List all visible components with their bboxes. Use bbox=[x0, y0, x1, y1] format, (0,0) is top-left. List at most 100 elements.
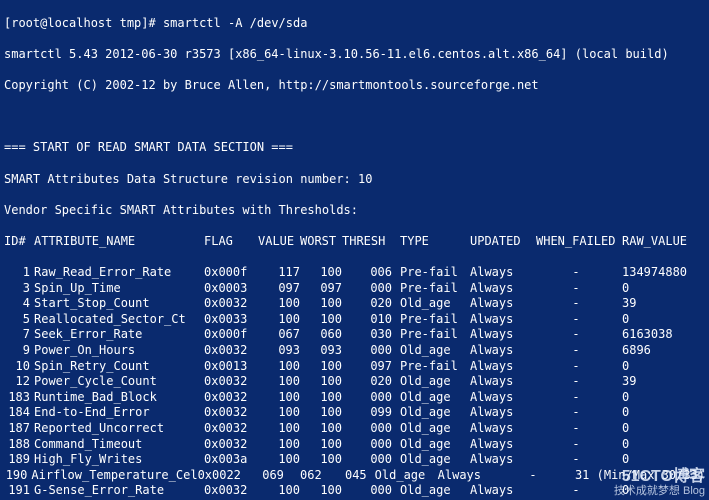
cell-value: 069 bbox=[246, 468, 284, 484]
cell-worst: 100 bbox=[300, 374, 342, 390]
cell-rv: 6896 bbox=[616, 343, 651, 359]
cell-flag: 0x0032 bbox=[204, 421, 258, 437]
cell-worst: 100 bbox=[300, 359, 342, 375]
cell-flag: 0x003a bbox=[204, 452, 258, 468]
cell-rv: 0 bbox=[616, 312, 629, 328]
cell-name: Spin_Retry_Count bbox=[30, 359, 204, 375]
table-row: 187Reported_Uncorrect0x0032100100000Old_… bbox=[4, 421, 705, 437]
col-worst: WORST bbox=[300, 234, 342, 250]
cell-flag: 0x0032 bbox=[204, 437, 258, 453]
cell-id: 9 bbox=[4, 343, 30, 359]
cell-value: 100 bbox=[258, 312, 300, 328]
cell-value: 100 bbox=[258, 421, 300, 437]
cell-value: 100 bbox=[258, 296, 300, 312]
cell-name: Command_Timeout bbox=[30, 437, 204, 453]
cell-wf: - bbox=[536, 281, 616, 297]
cell-thresh: 000 bbox=[342, 390, 392, 406]
cell-wf: - bbox=[536, 265, 616, 281]
cell-rv: 134974880 bbox=[616, 265, 687, 281]
cell-upd: Always bbox=[470, 405, 536, 421]
cell-flag: 0x0032 bbox=[204, 405, 258, 421]
col-flag: FLAG bbox=[204, 234, 258, 250]
col-name: ATTRIBUTE_NAME bbox=[30, 234, 204, 250]
cell-type: Old_age bbox=[392, 390, 470, 406]
cell-flag: 0x0032 bbox=[204, 390, 258, 406]
cell-upd: Always bbox=[438, 468, 497, 484]
cell-rv: 6163038 bbox=[616, 327, 673, 343]
cell-rv: 0 bbox=[616, 437, 629, 453]
cell-type: Old_age bbox=[392, 483, 470, 499]
col-type: TYPE bbox=[392, 234, 470, 250]
revision-line: SMART Attributes Data Structure revision… bbox=[4, 172, 705, 188]
cell-flag: 0x000f bbox=[204, 265, 258, 281]
cell-value: 100 bbox=[258, 437, 300, 453]
table-row: 12Power_Cycle_Count0x0032100100020Old_ag… bbox=[4, 374, 705, 390]
cell-thresh: 020 bbox=[342, 374, 392, 390]
cell-worst: 100 bbox=[300, 265, 342, 281]
cell-flag: 0x0032 bbox=[204, 374, 258, 390]
cell-thresh: 020 bbox=[342, 296, 392, 312]
cell-id: 184 bbox=[4, 405, 30, 421]
cell-id: 3 bbox=[4, 281, 30, 297]
table-row: 191G-Sense_Error_Rate0x0032100100000Old_… bbox=[4, 483, 705, 499]
cell-worst: 093 bbox=[300, 343, 342, 359]
cell-type: Old_age bbox=[392, 421, 470, 437]
cell-wf: - bbox=[536, 296, 616, 312]
cell-flag: 0x0032 bbox=[204, 483, 258, 499]
cell-upd: Always bbox=[470, 437, 536, 453]
cell-type: Old_age bbox=[392, 405, 470, 421]
table-header: ID# ATTRIBUTE_NAME FLAG VALUE WORST THRE… bbox=[4, 234, 705, 250]
cell-rv: 0 bbox=[616, 421, 629, 437]
cell-type: Old_age bbox=[392, 343, 470, 359]
cell-id: 10 bbox=[4, 359, 30, 375]
cell-thresh: 010 bbox=[342, 312, 392, 328]
cell-wf: - bbox=[536, 327, 616, 343]
cell-wf: - bbox=[536, 483, 616, 499]
table-row: 1Raw_Read_Error_Rate0x000f117100006Pre-f… bbox=[4, 265, 705, 281]
cell-thresh: 030 bbox=[342, 327, 392, 343]
col-thresh: THRESH bbox=[342, 234, 392, 250]
cell-type: Old_age bbox=[392, 437, 470, 453]
cell-thresh: 000 bbox=[342, 452, 392, 468]
cell-value: 100 bbox=[258, 483, 300, 499]
cell-thresh: 000 bbox=[342, 421, 392, 437]
table-row: 9Power_On_Hours0x0032093093000Old_ageAlw… bbox=[4, 343, 705, 359]
cell-value: 100 bbox=[258, 374, 300, 390]
cell-name: Spin_Up_Time bbox=[30, 281, 204, 297]
terminal-output[interactable]: [root@localhost tmp]# smartctl -A /dev/s… bbox=[0, 0, 709, 500]
cell-type: Pre-fail bbox=[392, 265, 470, 281]
cell-flag: 0x000f bbox=[204, 327, 258, 343]
cell-wf: - bbox=[497, 468, 569, 484]
cell-worst: 100 bbox=[300, 312, 342, 328]
cell-type: Old_age bbox=[392, 296, 470, 312]
table-row: 10Spin_Retry_Count0x0013100100097Pre-fai… bbox=[4, 359, 705, 375]
cell-rv: 0 bbox=[616, 359, 629, 375]
cell-thresh: 000 bbox=[342, 483, 392, 499]
table-row: 183Runtime_Bad_Block0x0032100100000Old_a… bbox=[4, 390, 705, 406]
cell-worst: 100 bbox=[300, 437, 342, 453]
cell-wf: - bbox=[536, 421, 616, 437]
col-value: VALUE bbox=[258, 234, 300, 250]
cell-value: 100 bbox=[258, 452, 300, 468]
cell-wf: - bbox=[536, 390, 616, 406]
cell-name: Runtime_Bad_Block bbox=[30, 390, 204, 406]
cell-name: Airflow_Temperature_Cel bbox=[27, 468, 197, 484]
cell-wf: - bbox=[536, 374, 616, 390]
cell-type: Old_age bbox=[392, 374, 470, 390]
cell-upd: Always bbox=[470, 327, 536, 343]
col-id: ID# bbox=[4, 234, 30, 250]
cell-type: Pre-fail bbox=[392, 281, 470, 297]
col-raw-value: RAW_VALUE bbox=[616, 234, 687, 250]
cell-id: 183 bbox=[4, 390, 30, 406]
cell-worst: 100 bbox=[300, 390, 342, 406]
cell-id: 5 bbox=[4, 312, 30, 328]
cell-upd: Always bbox=[470, 483, 536, 499]
table-row: 190Airflow_Temperature_Cel0x002206906204… bbox=[4, 468, 705, 484]
cell-worst: 100 bbox=[300, 421, 342, 437]
table-row: 5Reallocated_Sector_Ct0x0033100100010Pre… bbox=[4, 312, 705, 328]
cell-name: Reallocated_Sector_Ct bbox=[30, 312, 204, 328]
cell-wf: - bbox=[536, 312, 616, 328]
cell-worst: 062 bbox=[284, 468, 322, 484]
cell-type: Pre-fail bbox=[392, 359, 470, 375]
cell-thresh: 099 bbox=[342, 405, 392, 421]
